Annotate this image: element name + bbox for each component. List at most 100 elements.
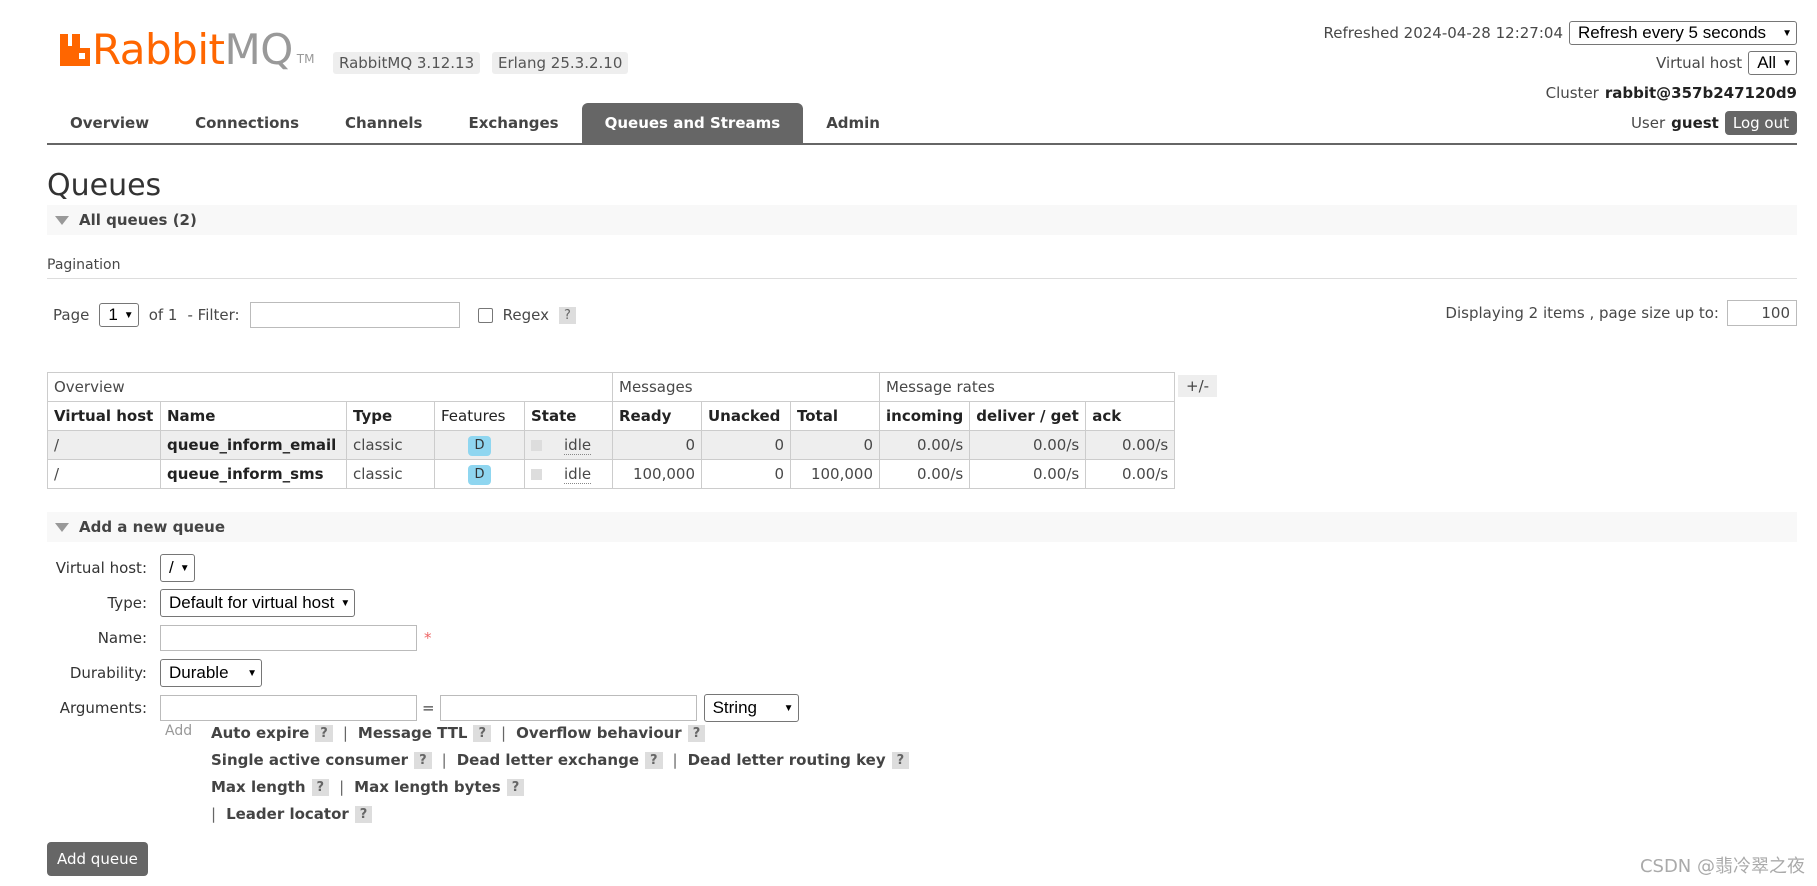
col-type[interactable]: Type [346, 401, 435, 431]
cell-incoming: 0.00/s [878, 430, 971, 460]
overflow-behaviour-link[interactable]: Overflow behaviour [516, 724, 682, 742]
message-ttl-help-icon[interactable]: ? [473, 724, 492, 742]
tab-exchanges[interactable]: Exchanges [445, 103, 581, 143]
add-queue-button[interactable]: Add queue [47, 842, 148, 876]
page-label: Page [53, 306, 90, 324]
erlang-badge: Erlang 25.3.2.10 [492, 52, 629, 74]
cell-total: 100,000 [790, 459, 880, 489]
col-deliver-get[interactable]: deliver / get [969, 401, 1087, 431]
name-row: Name: * [47, 623, 432, 653]
table-row[interactable]: / queue_inform_email classic D idle 0 0 … [47, 430, 1176, 460]
queue-name-input[interactable] [160, 625, 417, 651]
required-marker: * [424, 629, 432, 647]
durability-select[interactable]: Durable ▼ [160, 659, 262, 687]
chevron-down-icon: ▼ [1782, 57, 1792, 69]
cluster-label: Cluster [1545, 84, 1599, 102]
page-select[interactable]: 1 ▼ [99, 303, 139, 327]
col-state[interactable]: State [524, 401, 613, 431]
cell-type: classic [346, 459, 435, 489]
tab-connections[interactable]: Connections [172, 103, 322, 143]
col-virtual-host[interactable]: Virtual host [47, 401, 161, 431]
page-size-input[interactable]: 100 [1727, 300, 1797, 326]
max-length-help-icon[interactable]: ? [311, 778, 330, 796]
all-queues-toggle[interactable]: All queues (2) [47, 205, 1797, 235]
collapse-triangle-icon [55, 215, 69, 225]
separator: | [211, 805, 217, 823]
cell-ack: 0.00/s [1085, 430, 1176, 460]
version-badge: RabbitMQ 3.12.13 [333, 52, 481, 74]
queue-type-select[interactable]: Default for virtual host ▼ [160, 589, 356, 617]
col-name[interactable]: Name [160, 401, 347, 431]
regex-help-icon[interactable]: ? [558, 306, 576, 324]
state-indicator-icon [531, 469, 542, 480]
displaying-text: Displaying 2 items , page size up to: [1445, 304, 1719, 322]
message-ttl-link[interactable]: Message TTL [358, 724, 468, 742]
add-argument-link[interactable]: Add [165, 723, 192, 739]
add-queue-section-label: Add a new queue [79, 518, 226, 536]
logo-text-mq: MQ [224, 25, 293, 74]
separator: | [501, 724, 507, 742]
type-row: Type: Default for virtual host ▼ [47, 588, 356, 618]
rabbitmq-logo[interactable]: RabbitMQ TM [60, 29, 315, 71]
cell-total: 0 [790, 430, 880, 460]
tab-channels[interactable]: Channels [322, 103, 445, 143]
leader-locator-help-icon[interactable]: ? [354, 805, 373, 823]
dlx-help-icon[interactable]: ? [645, 751, 663, 769]
max-length-bytes-help-icon[interactable]: ? [506, 778, 525, 796]
dead-letter-routing-key-link[interactable]: Dead letter routing key [688, 751, 886, 769]
tab-overview[interactable]: Overview [47, 103, 172, 143]
queue-vhost-select[interactable]: / ▼ [160, 554, 195, 582]
csdn-watermark: CSDN @翡冷翠之夜 [1639, 856, 1805, 877]
col-features[interactable]: Features [434, 401, 525, 431]
refreshed-text: Refreshed 2024-04-28 12:27:04 [1323, 24, 1563, 42]
cell-state: idle [564, 465, 592, 484]
queues-table: Overview Messages Message rates Virtual … [47, 372, 1176, 489]
tab-admin[interactable]: Admin [803, 103, 903, 143]
vhost-row: Virtual host: / ▼ [47, 553, 195, 583]
auto-expire-link[interactable]: Auto expire [211, 724, 309, 742]
argument-key-input[interactable] [160, 695, 417, 721]
main-nav: Overview Connections Channels Exchanges … [47, 103, 1797, 145]
queue-name-link[interactable]: queue_inform_sms [160, 459, 347, 489]
argument-type-select[interactable]: String ▼ [703, 694, 799, 722]
single-active-consumer-link[interactable]: Single active consumer [211, 751, 408, 769]
regex-checkbox[interactable] [477, 307, 493, 323]
separator: | [342, 724, 348, 742]
col-ready[interactable]: Ready [612, 401, 702, 431]
dead-letter-exchange-link[interactable]: Dead letter exchange [457, 751, 639, 769]
col-total[interactable]: Total [790, 401, 880, 431]
cell-unacked: 0 [701, 459, 791, 489]
separator: | [339, 778, 345, 796]
cell-type: classic [346, 430, 435, 460]
tab-queues-and-streams[interactable]: Queues and Streams [581, 103, 804, 143]
max-length-bytes-link[interactable]: Max length bytes [354, 778, 501, 796]
chevron-down-icon: ▼ [1782, 27, 1792, 39]
leader-locator-link[interactable]: Leader locator [226, 805, 349, 823]
col-unacked[interactable]: Unacked [701, 401, 791, 431]
filter-input[interactable] [249, 302, 460, 328]
logo-tm: TM [296, 52, 315, 66]
col-ack[interactable]: ack [1085, 401, 1176, 431]
argument-shortcuts-row2: Single active consumer ? | Dead letter e… [211, 751, 910, 769]
add-queue-toggle[interactable]: Add a new queue [47, 512, 1797, 542]
name-field-label: Name: [97, 629, 147, 647]
cell-vhost: / [47, 430, 161, 460]
single-active-help-icon[interactable]: ? [414, 751, 432, 769]
col-incoming[interactable]: incoming [878, 401, 971, 431]
refresh-select[interactable]: Refresh every 5 seconds ▼ [1569, 21, 1797, 45]
separator: | [672, 751, 678, 769]
columns-toggle-button[interactable]: +/- [1178, 375, 1218, 397]
vhost-field-label: Virtual host: [55, 559, 147, 577]
of-pages: of 1 [148, 306, 178, 324]
state-indicator-icon [531, 440, 542, 451]
page-title: Queues [47, 168, 162, 203]
cell-ready: 0 [612, 430, 702, 460]
max-length-link[interactable]: Max length [211, 778, 306, 796]
overflow-help-icon[interactable]: ? [687, 724, 706, 742]
argument-value-input[interactable] [439, 695, 697, 721]
vhost-select[interactable]: All ▼ [1748, 51, 1797, 75]
queue-name-link[interactable]: queue_inform_email [160, 430, 347, 460]
auto-expire-help-icon[interactable]: ? [315, 724, 333, 742]
dlrk-help-icon[interactable]: ? [891, 751, 910, 769]
table-row[interactable]: / queue_inform_sms classic D idle 100,00… [47, 459, 1176, 489]
